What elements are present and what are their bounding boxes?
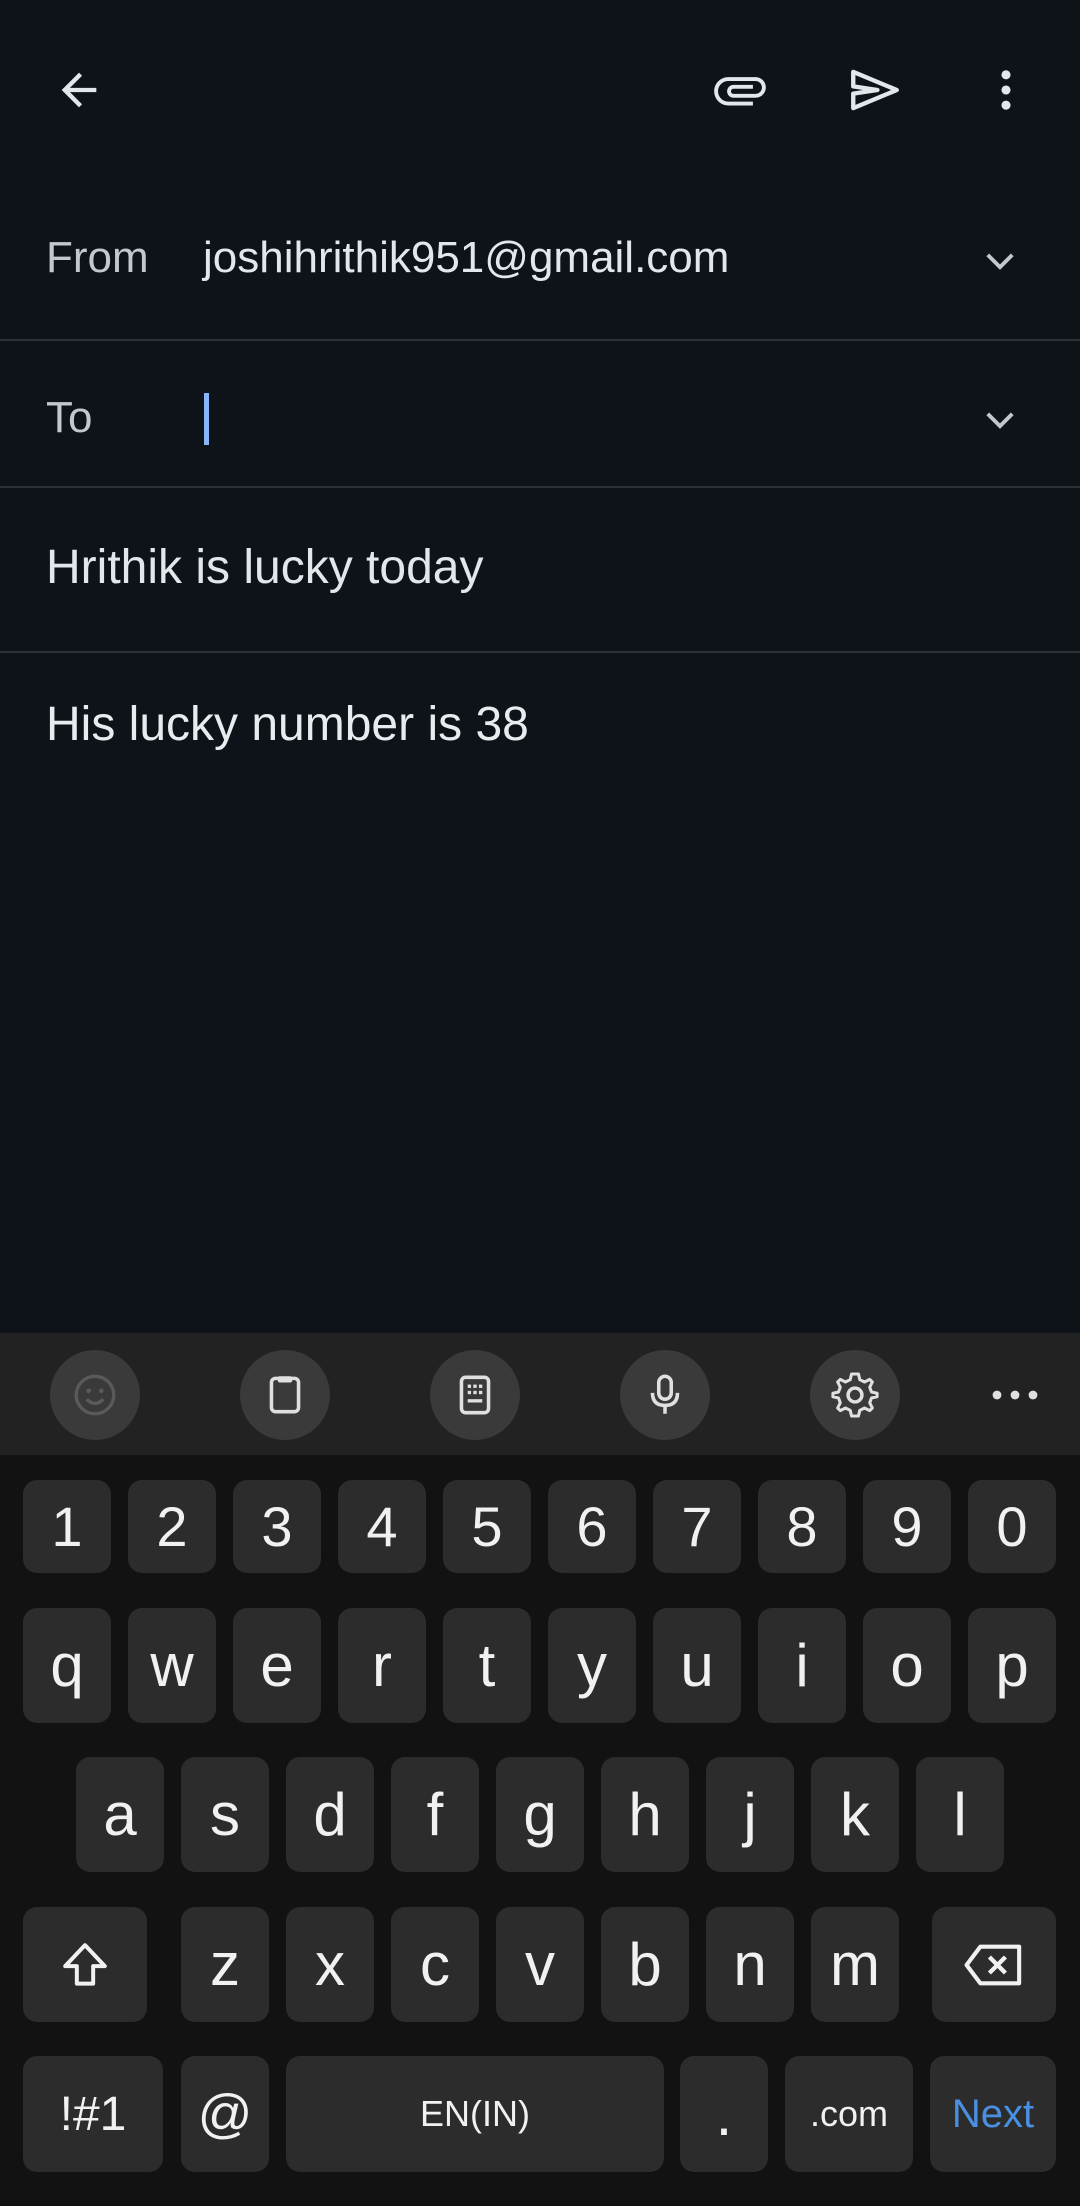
key-7[interactable]: 7 — [653, 1480, 741, 1573]
divider — [0, 486, 1080, 488]
next-key[interactable]: Next — [930, 2056, 1056, 2172]
key-a[interactable]: a — [76, 1757, 164, 1872]
emoji-button[interactable] — [50, 1350, 140, 1440]
microphone-icon — [650, 1374, 680, 1414]
backspace-icon — [964, 1944, 1022, 1985]
paperclip-icon — [714, 77, 766, 106]
key-h[interactable]: h — [601, 1757, 689, 1872]
key-2[interactable]: 2 — [128, 1480, 216, 1573]
keyboard-settings-button[interactable] — [810, 1350, 900, 1440]
key-8[interactable]: 8 — [758, 1480, 846, 1573]
send-icon — [851, 69, 899, 111]
key-r[interactable]: r — [338, 1608, 426, 1723]
from-label: From — [46, 233, 149, 282]
key-p[interactable]: p — [968, 1608, 1056, 1723]
key-x[interactable]: x — [286, 1907, 374, 2022]
backspace-key[interactable] — [932, 1907, 1056, 2022]
keyboard: 1 2 3 4 5 6 7 8 9 0 q w e r t y u i o p … — [0, 1333, 1080, 2206]
key-y[interactable]: y — [548, 1608, 636, 1723]
at-key[interactable]: @ — [181, 2056, 269, 2172]
key-m[interactable]: m — [811, 1907, 899, 2022]
key-o[interactable]: o — [863, 1608, 951, 1723]
symbols-key[interactable]: !#1 — [23, 2056, 163, 2172]
key-v[interactable]: v — [496, 1907, 584, 2022]
to-label: To — [46, 393, 93, 442]
clipboard-button[interactable] — [240, 1350, 330, 1440]
to-input[interactable] — [212, 393, 952, 447]
key-g[interactable]: g — [496, 1757, 584, 1872]
divider — [0, 651, 1080, 653]
more-vert-icon — [1001, 70, 1011, 110]
key-u[interactable]: u — [653, 1608, 741, 1723]
key-f[interactable]: f — [391, 1757, 479, 1872]
key-d[interactable]: d — [286, 1757, 374, 1872]
key-4[interactable]: 4 — [338, 1480, 426, 1573]
body-input[interactable]: His lucky number is 38 — [46, 697, 529, 752]
key-n[interactable]: n — [706, 1907, 794, 2022]
key-q[interactable]: q — [23, 1608, 111, 1723]
shift-icon — [63, 1942, 107, 1986]
voice-input-button[interactable] — [620, 1350, 710, 1440]
key-k[interactable]: k — [811, 1757, 899, 1872]
attach-button[interactable] — [692, 42, 788, 138]
keypad-button[interactable] — [430, 1350, 520, 1440]
arrow-back-icon — [61, 72, 97, 108]
chevron-down-icon — [986, 253, 1014, 270]
from-expand-button[interactable] — [979, 240, 1021, 287]
key-0[interactable]: 0 — [968, 1480, 1056, 1573]
key-9[interactable]: 9 — [863, 1480, 951, 1573]
text-cursor — [204, 393, 209, 445]
period-key[interactable]: . — [680, 2056, 768, 2172]
key-w[interactable]: w — [128, 1608, 216, 1723]
subject-input[interactable]: Hrithik is lucky today — [46, 540, 483, 595]
key-3[interactable]: 3 — [233, 1480, 321, 1573]
key-5[interactable]: 5 — [443, 1480, 531, 1573]
key-j[interactable]: j — [706, 1757, 794, 1872]
key-c[interactable]: c — [391, 1907, 479, 2022]
key-e[interactable]: e — [233, 1608, 321, 1723]
more-options-button[interactable] — [958, 42, 1054, 138]
key-6[interactable]: 6 — [548, 1480, 636, 1573]
key-1[interactable]: 1 — [23, 1480, 111, 1573]
key-t[interactable]: t — [443, 1608, 531, 1723]
to-expand-button[interactable] — [979, 399, 1021, 446]
settings-icon — [831, 1372, 879, 1418]
toolbar-more-button[interactable] — [970, 1350, 1060, 1440]
key-b[interactable]: b — [601, 1907, 689, 2022]
back-button[interactable] — [31, 42, 127, 138]
key-l[interactable]: l — [916, 1757, 1004, 1872]
top-app-bar — [0, 0, 1080, 180]
keypad-icon — [459, 1375, 491, 1415]
more-horiz-icon — [992, 1390, 1038, 1400]
dotcom-key[interactable]: .com — [785, 2056, 913, 2172]
send-button[interactable] — [827, 42, 923, 138]
key-z[interactable]: z — [181, 1907, 269, 2022]
shift-key[interactable] — [23, 1907, 147, 2022]
chevron-down-icon — [986, 412, 1014, 429]
keyboard-toolbar — [0, 1333, 1080, 1455]
key-i[interactable]: i — [758, 1608, 846, 1723]
emoji-icon — [74, 1374, 116, 1416]
divider — [0, 339, 1080, 341]
space-key[interactable]: EN(IN) — [286, 2056, 664, 2172]
clipboard-icon — [269, 1376, 301, 1414]
key-s[interactable]: s — [181, 1757, 269, 1872]
from-account[interactable]: joshihrithik951@gmail.com — [203, 233, 729, 283]
